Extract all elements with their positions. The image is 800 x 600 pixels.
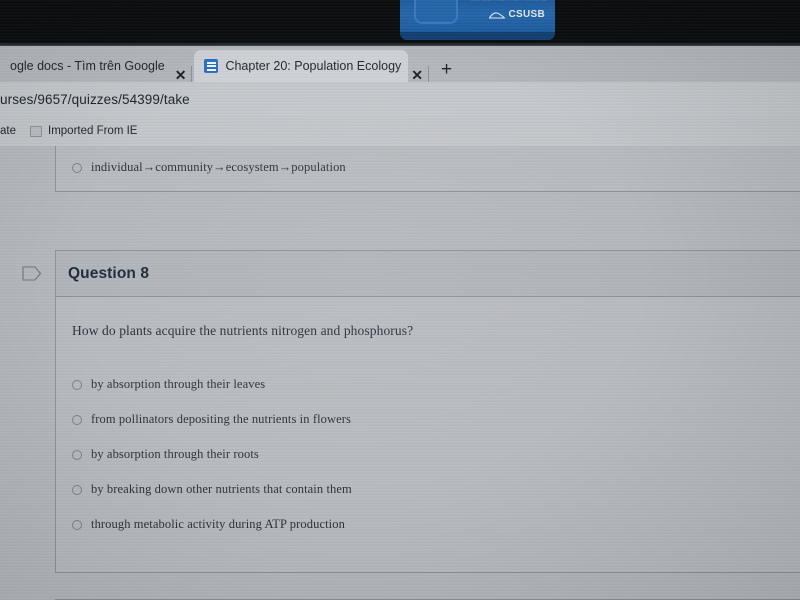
canvas-lms-icon <box>204 59 219 73</box>
answer-label: by breaking down other nutrients that co… <box>91 482 352 496</box>
lid-tagline: WE DEFINE THE FUTURE <box>470 0 547 2</box>
question-text: How do plants acquire the nutrients nitr… <box>72 323 414 338</box>
question-8: Question 8 How do plants acquire the nut… <box>22 250 800 573</box>
answer-option-3[interactable]: by absorption through their roots <box>72 437 800 472</box>
csusb-mountain-icon <box>489 12 506 19</box>
tab-divider <box>191 66 193 82</box>
tab-title: ogle docs - Tìm trên Google <box>10 58 165 73</box>
csusb-logo: CSUSB <box>489 9 545 20</box>
flag-outline-icon[interactable] <box>22 266 42 281</box>
answer-label: through metabolic activity during ATP pr… <box>91 517 345 531</box>
quiz-page-content: individual→community→ecosystem→populatio… <box>0 146 800 600</box>
bookmark-item-imported-from-ie[interactable]: Imported From IE <box>30 125 137 137</box>
question-body: How do plants acquire the nutrients nitr… <box>56 297 800 572</box>
answer-options-list: by absorption through their leaves from … <box>72 367 800 542</box>
bookmarks-bar: ate Imported From IE <box>0 116 800 146</box>
browser-chrome: ogle docs - Tìm trên Google ✕ Chapter 20… <box>0 46 800 146</box>
answer-label: by absorption through their roots <box>91 447 259 461</box>
answer-label: individual→community→ecosystem→populatio… <box>91 160 346 174</box>
url-text: urses/9657/quizzes/54399/take <box>0 91 190 107</box>
tab-close-icon[interactable]: ✕ <box>408 68 426 82</box>
tab-divider <box>428 66 429 82</box>
bookmark-item-ate[interactable]: ate <box>0 125 16 137</box>
bookmark-label: ate <box>0 125 16 137</box>
question-box: Question 8 How do plants acquire the nut… <box>55 250 800 573</box>
folder-icon <box>30 125 42 137</box>
radio-button[interactable] <box>72 519 82 530</box>
answer-option-4[interactable]: by breaking down other nutrients that co… <box>72 472 800 507</box>
answer-option[interactable]: individual→community→ecosystem→populatio… <box>56 146 800 191</box>
laptop-lid: WE DEFINE THE FUTURE CSUSB <box>400 0 555 40</box>
radio-button[interactable] <box>72 379 82 390</box>
previous-question-partial: individual→community→ecosystem→populatio… <box>22 146 800 192</box>
answer-option-2[interactable]: from pollinators depositing the nutrient… <box>72 402 800 437</box>
bookmark-label: Imported From IE <box>48 125 138 137</box>
address-bar[interactable]: urses/9657/quizzes/54399/take <box>0 82 800 116</box>
question-title: Question 8 <box>68 264 150 282</box>
answer-option-5[interactable]: through metabolic activity during ATP pr… <box>72 507 800 542</box>
browser-tab-google-docs[interactable]: ogle docs - Tìm trên Google <box>0 50 172 82</box>
radio-button[interactable] <box>72 484 82 495</box>
tab-title: Chapter 20: Population Ecology <box>225 58 402 73</box>
tab-close-icon[interactable]: ✕ <box>172 68 190 82</box>
answer-label: by absorption through their leaves <box>91 377 266 391</box>
answer-label: from pollinators depositing the nutrient… <box>91 412 352 426</box>
previous-question-box: individual→community→ecosystem→populatio… <box>55 146 800 192</box>
browser-tab-population-ecology[interactable]: Chapter 20: Population Ecology <box>194 50 409 82</box>
lid-hinge-notch <box>414 0 458 24</box>
answer-option-1[interactable]: by absorption through their leaves <box>72 367 800 402</box>
radio-button[interactable] <box>72 162 82 173</box>
radio-button[interactable] <box>72 414 82 425</box>
browser-tab-strip: ogle docs - Tìm trên Google ✕ Chapter 20… <box>0 46 800 82</box>
new-tab-button[interactable]: + <box>431 60 462 82</box>
question-header: Question 8 <box>56 251 800 297</box>
screen-photo: WE DEFINE THE FUTURE CSUSB ogle docs - T… <box>0 0 800 600</box>
csusb-logo-text: CSUSB <box>508 9 545 20</box>
radio-button[interactable] <box>72 449 82 460</box>
lid-base-edge <box>400 32 555 40</box>
